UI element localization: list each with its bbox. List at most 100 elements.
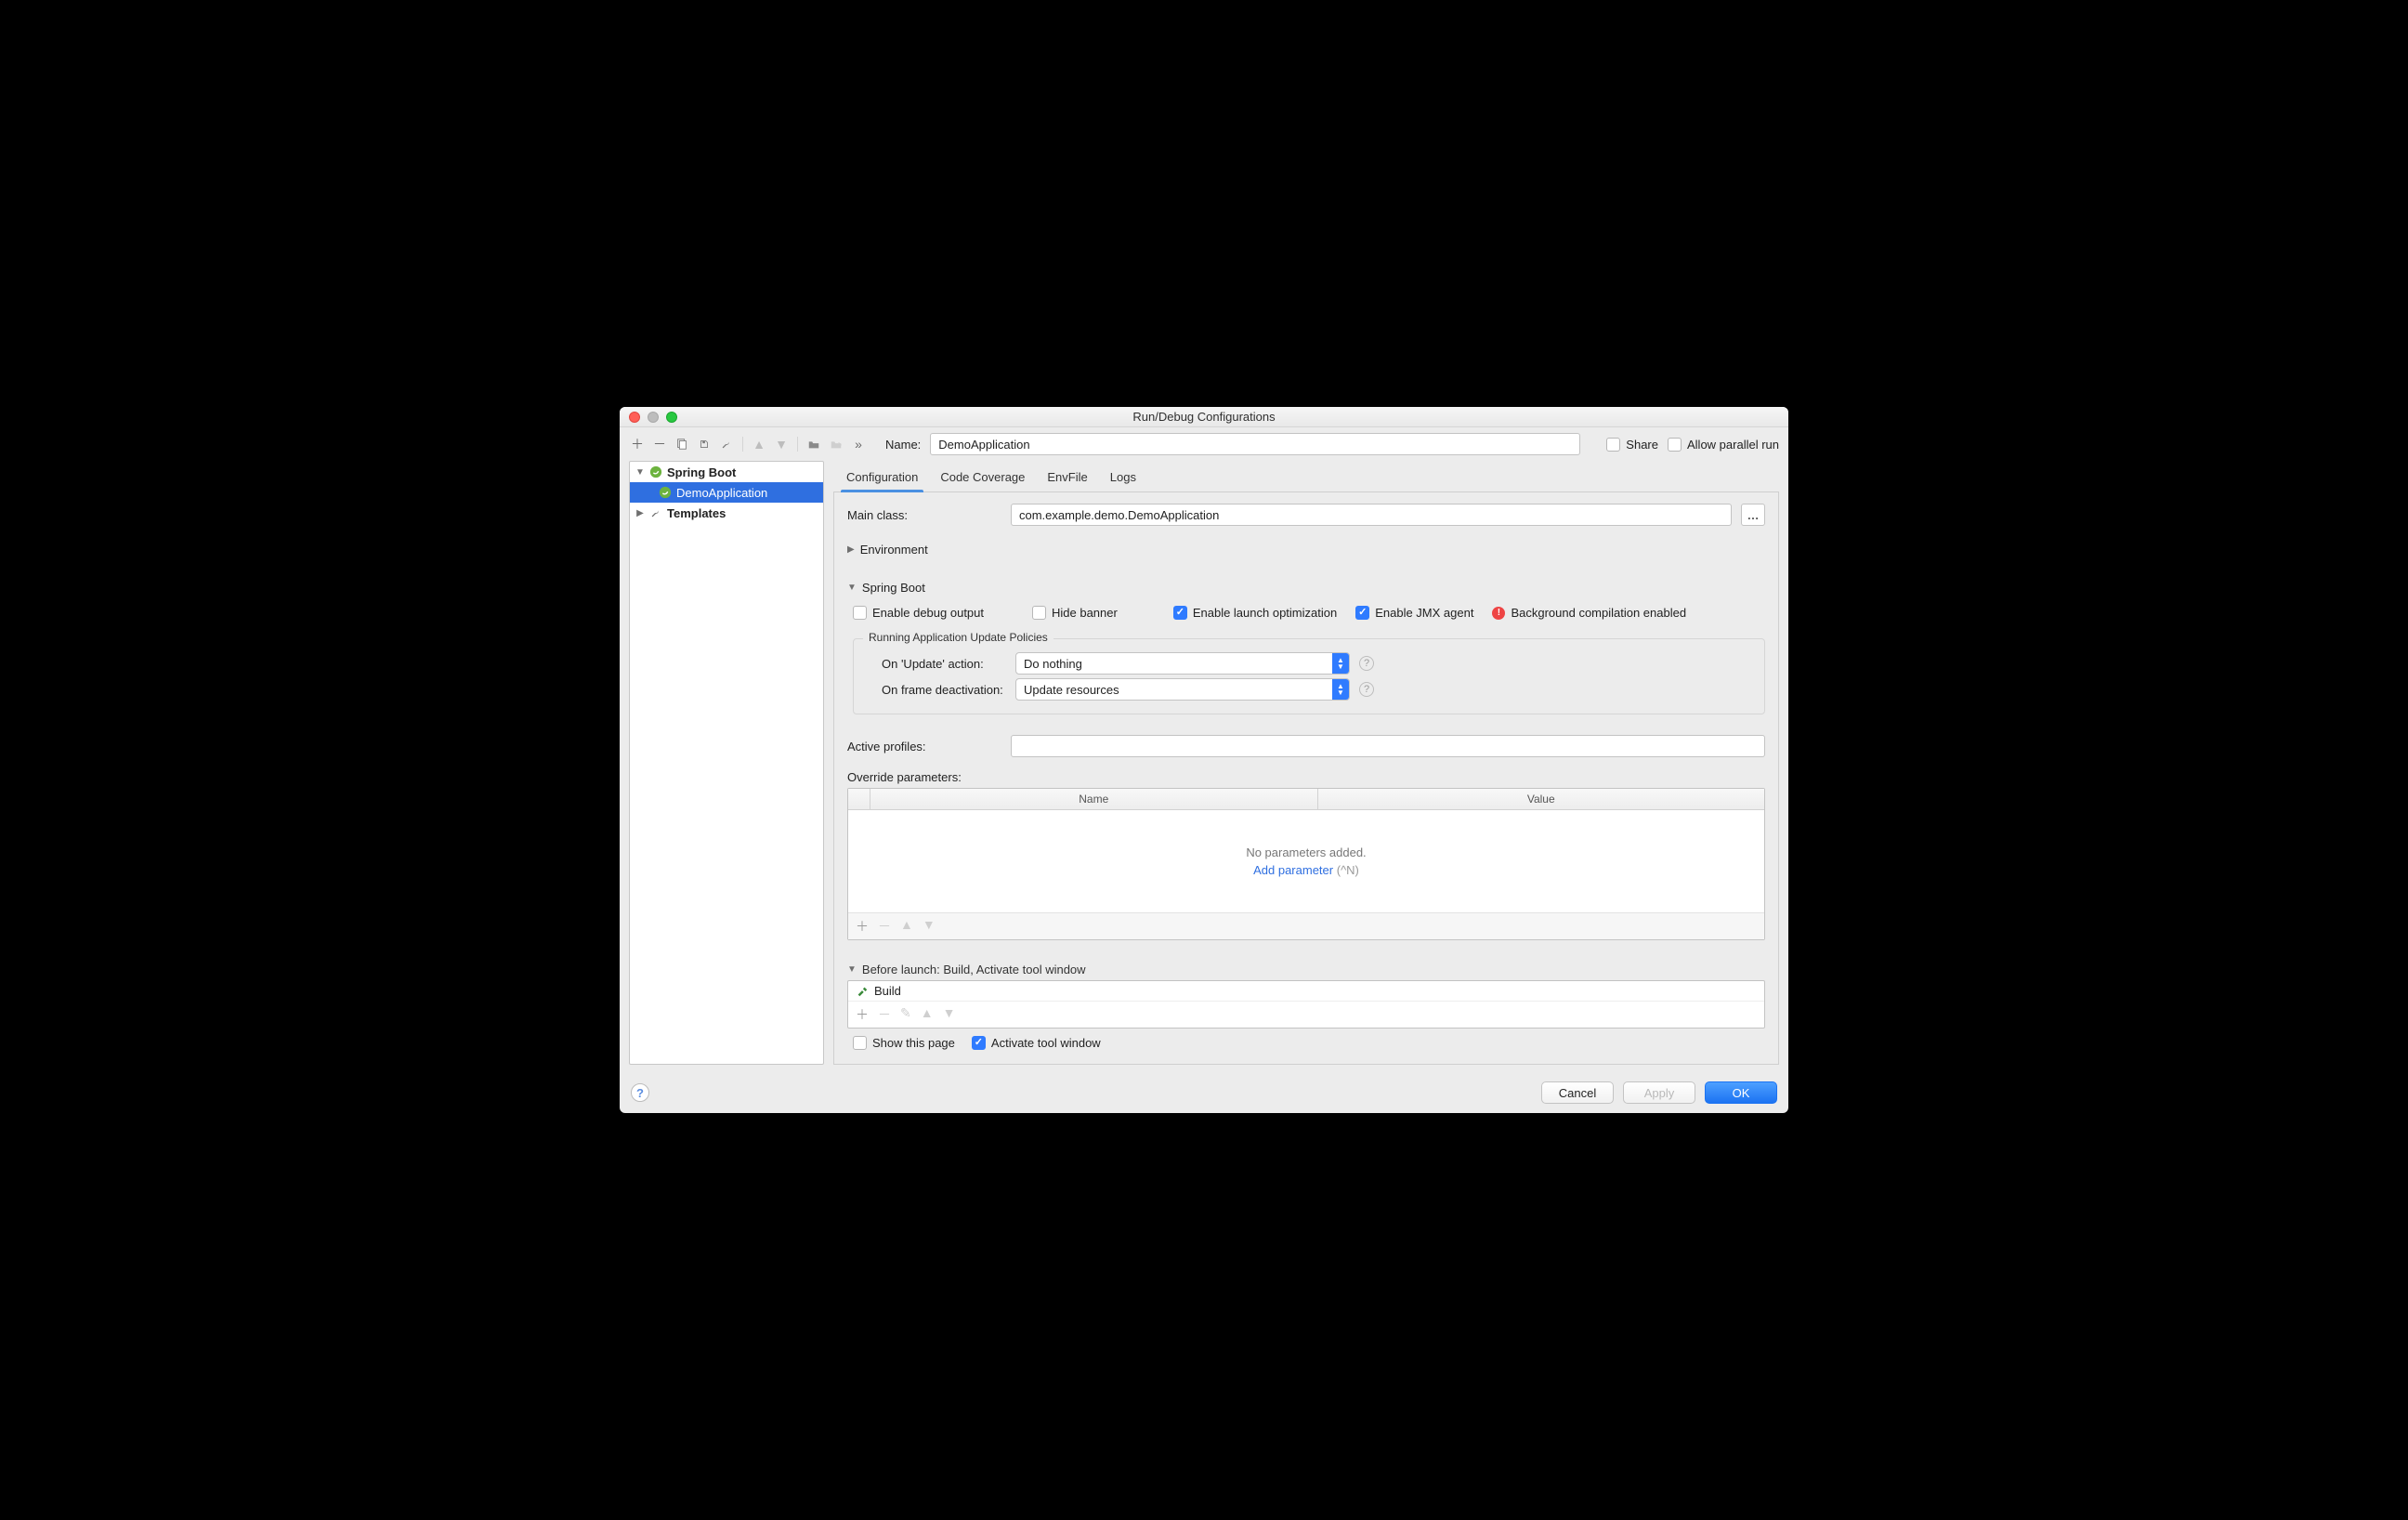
cancel-button[interactable]: Cancel [1541, 1081, 1614, 1104]
copy-config-icon[interactable] [674, 436, 690, 452]
on-frame-select[interactable]: Update resources ▲▼ [1015, 678, 1350, 701]
environment-header-label: Environment [860, 543, 928, 557]
more-icon[interactable]: » [850, 436, 867, 452]
remove-config-icon[interactable]: － [651, 436, 668, 452]
update-policies-group: Running Application Update Policies On '… [853, 638, 1765, 714]
help-icon[interactable]: ? [1359, 656, 1374, 671]
checkbox-icon [853, 1036, 867, 1050]
environment-section-header[interactable]: ▶ Environment [847, 543, 1765, 557]
remove-row-icon[interactable]: － [878, 917, 891, 936]
on-frame-row: On frame deactivation: Update resources … [863, 678, 1755, 701]
share-checkbox[interactable]: Share [1606, 438, 1658, 452]
spring-boot-section-header[interactable]: ▼ Spring Boot [847, 581, 1765, 595]
main-class-input[interactable] [1011, 504, 1732, 526]
ok-button[interactable]: OK [1705, 1081, 1777, 1104]
disclosure-icon: ▶ [847, 544, 855, 555]
parallel-label: Allow parallel run [1687, 438, 1779, 452]
table-header-name: Name [870, 789, 1318, 809]
apply-button[interactable]: Apply [1623, 1081, 1695, 1104]
tree-node-templates[interactable]: ▶ Templates [630, 503, 823, 523]
before-launch-list[interactable]: Build ＋ － ✎ ▲ ▼ [847, 980, 1765, 1029]
enable-jmx-agent-checkbox[interactable]: Enable JMX agent [1355, 606, 1473, 620]
hide-banner-label: Hide banner [1052, 606, 1118, 620]
tab-configuration[interactable]: Configuration [846, 466, 918, 491]
select-value: Do nothing [1016, 657, 1332, 671]
empty-message: No parameters added. [1246, 845, 1366, 859]
show-page-label: Show this page [872, 1036, 955, 1050]
override-parameters-table: Name Value No parameters added. Add para… [847, 788, 1765, 940]
tab-bar: Configuration Code Coverage EnvFile Logs [833, 461, 1779, 492]
active-profiles-row: Active profiles: [847, 735, 1765, 757]
unfold-icon[interactable] [828, 436, 844, 452]
before-launch-bottom-checks: Show this page Activate tool window [847, 1029, 1765, 1050]
add-config-icon[interactable]: ＋ [629, 436, 646, 452]
checkbox-icon [853, 606, 867, 620]
titlebar: Run/Debug Configurations [620, 407, 1788, 427]
before-launch-item-label: Build [874, 984, 901, 998]
share-label: Share [1626, 438, 1658, 452]
save-config-icon[interactable] [696, 436, 713, 452]
help-button[interactable]: ? [631, 1083, 649, 1102]
enable-debug-label: Enable debug output [872, 606, 984, 620]
main-class-row: Main class: … [847, 504, 1765, 526]
spring-boot-checkboxes: Enable debug output Hide banner Enable l… [847, 602, 1765, 623]
folder-icon[interactable] [805, 436, 822, 452]
tab-envfile[interactable]: EnvFile [1047, 466, 1087, 491]
allow-parallel-run-checkbox[interactable]: Allow parallel run [1668, 438, 1779, 452]
help-icon[interactable]: ? [1359, 682, 1374, 697]
override-parameters-label: Override parameters: [847, 770, 1765, 784]
checkbox-icon [972, 1036, 986, 1050]
remove-task-icon[interactable]: － [878, 1005, 891, 1024]
enable-launch-optimization-checkbox[interactable]: Enable launch optimization [1173, 606, 1337, 620]
jmx-label: Enable JMX agent [1375, 606, 1473, 620]
add-task-icon[interactable]: ＋ [856, 1005, 869, 1024]
show-this-page-checkbox[interactable]: Show this page [853, 1036, 955, 1050]
move-down-icon[interactable]: ▼ [923, 917, 936, 936]
dialog-window: Run/Debug Configurations ＋ － ▲ ▼ [620, 407, 1788, 1113]
disclosure-icon: ▼ [847, 964, 857, 975]
disclosure-icon: ▼ [847, 583, 857, 593]
before-launch-header[interactable]: ▼ Before launch: Build, Activate tool wi… [847, 963, 1765, 976]
before-launch-section: ▼ Before launch: Build, Activate tool wi… [847, 963, 1765, 1050]
disclosure-icon: ▶ [635, 508, 645, 518]
before-launch-item[interactable]: Build [848, 981, 1764, 1002]
add-parameter-link[interactable]: Add parameter [1253, 863, 1333, 877]
table-header-value: Value [1318, 789, 1765, 809]
table-actions: ＋ － ▲ ▼ [848, 912, 1764, 939]
background-compilation-warning: ! Background compilation enabled [1492, 606, 1686, 620]
move-up-icon[interactable]: ▲ [921, 1005, 934, 1024]
tree-node-label: DemoApplication [676, 486, 767, 500]
main-class-label: Main class: [847, 508, 1001, 522]
window-title: Run/Debug Configurations [620, 410, 1788, 424]
move-up-icon[interactable]: ▲ [751, 436, 767, 452]
tree-node-demoapplication[interactable]: DemoApplication [630, 482, 823, 503]
spring-boot-header-label: Spring Boot [862, 581, 925, 595]
add-row-icon[interactable]: ＋ [856, 917, 869, 936]
top-bar: ＋ － ▲ ▼ [620, 427, 1788, 461]
enable-debug-output-checkbox[interactable]: Enable debug output [853, 606, 984, 620]
tab-logs[interactable]: Logs [1110, 466, 1136, 491]
tree-node-label: Spring Boot [667, 465, 736, 479]
browse-class-button[interactable]: … [1741, 504, 1765, 526]
move-down-icon[interactable]: ▼ [773, 436, 790, 452]
hide-banner-checkbox[interactable]: Hide banner [1032, 606, 1118, 620]
wrench-icon[interactable] [718, 436, 735, 452]
tree-node-label: Templates [667, 506, 726, 520]
before-launch-actions: ＋ － ✎ ▲ ▼ [848, 1002, 1764, 1028]
activate-label: Activate tool window [991, 1036, 1101, 1050]
on-frame-label: On frame deactivation: [863, 683, 1006, 697]
move-up-icon[interactable]: ▲ [900, 917, 913, 936]
tree-node-spring-boot[interactable]: ▼ Spring Boot [630, 462, 823, 482]
tab-code-coverage[interactable]: Code Coverage [940, 466, 1025, 491]
override-parameters-section: Override parameters: Name Value No param… [847, 765, 1765, 940]
checkbox-icon [1606, 438, 1620, 452]
active-profiles-input[interactable] [1011, 735, 1765, 757]
dropdown-icon: ▲▼ [1332, 653, 1349, 674]
move-down-icon[interactable]: ▼ [943, 1005, 956, 1024]
config-tree[interactable]: ▼ Spring Boot DemoApplication ▶ [629, 461, 824, 1065]
name-input[interactable] [930, 433, 1580, 455]
on-update-select[interactable]: Do nothing ▲▼ [1015, 652, 1350, 675]
checkbox-icon [1032, 606, 1046, 620]
activate-tool-window-checkbox[interactable]: Activate tool window [972, 1036, 1101, 1050]
edit-task-icon[interactable]: ✎ [900, 1005, 911, 1024]
